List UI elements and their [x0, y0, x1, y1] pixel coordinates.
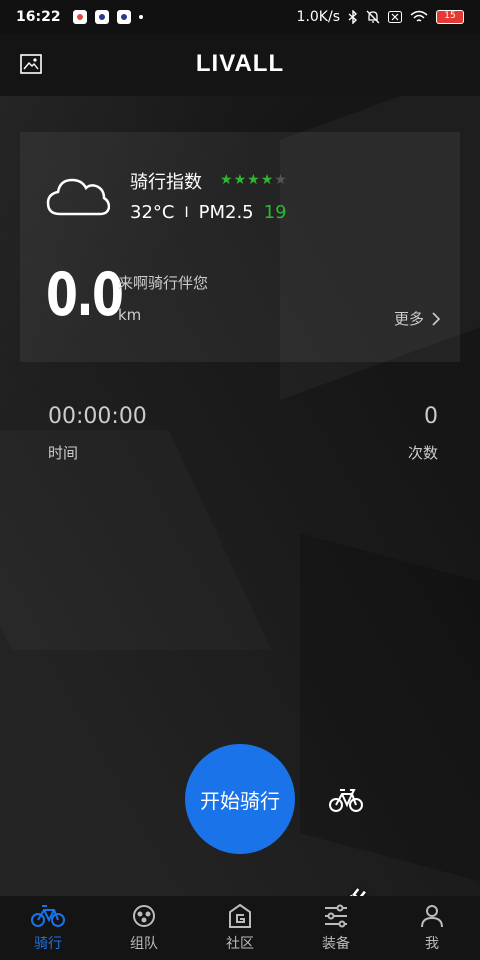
team-icon — [133, 905, 155, 927]
star-icon: ★ — [247, 172, 260, 188]
nav-label: 组队 — [130, 936, 158, 952]
bike-mode-icon[interactable] — [328, 786, 364, 814]
background-shape — [300, 533, 480, 887]
invite-text: 来啊骑行伴您 — [118, 274, 209, 292]
weather-line: 32°C I PM2.5 19 — [130, 202, 287, 223]
app-bar: LIVALL — [0, 34, 480, 96]
sim-off-icon — [388, 11, 402, 23]
weather-separator: I — [184, 204, 189, 221]
bluetooth-icon — [348, 10, 358, 24]
bottom-nav: 骑行 组队 社区 装备 我 — [0, 896, 480, 960]
distance-unit: km — [118, 306, 142, 324]
nav-item-equipment[interactable]: 装备 — [288, 896, 384, 960]
status-time: 16:22 — [16, 9, 61, 25]
ride-count-label: 次数 — [407, 444, 438, 462]
screen: 16:22 1.0K/s 15 LIVALL 骑行指数 ★ ★ ★ ★ ★ 32… — [0, 0, 480, 960]
nav-label: 社区 — [226, 936, 254, 952]
status-bar: 16:22 1.0K/s 15 — [0, 0, 480, 34]
riding-index-stars: ★ ★ ★ ★ ★ — [220, 172, 287, 188]
nav-label: 我 — [425, 936, 439, 952]
app-notification-icon — [116, 10, 131, 24]
bike-icon — [31, 905, 65, 927]
star-icon: ★ — [260, 172, 274, 188]
network-speed: 1.0K/s — [296, 9, 340, 25]
cloud-icon — [46, 178, 110, 216]
app-logo: LIVALL — [195, 50, 285, 77]
background-shape — [0, 430, 271, 650]
riding-index-title: 骑行指数 — [130, 172, 202, 193]
ride-count-value: 0 — [424, 404, 438, 429]
temperature: 32°C — [130, 202, 175, 223]
community-icon — [229, 903, 251, 928]
riding-index-card: 骑行指数 ★ ★ ★ ★ ★ 32°C I PM2.5 19 0.0 来啊骑行伴… — [20, 132, 460, 362]
battery-indicator: 15 — [436, 10, 464, 24]
more-notifications-dot — [138, 15, 143, 19]
star-icon: ★ — [233, 172, 247, 188]
star-icon: ★ — [220, 172, 233, 188]
notification-icons — [72, 10, 143, 24]
pm-label: PM2.5 — [198, 202, 254, 223]
more-label: 更多 — [393, 310, 424, 328]
start-ride-button[interactable]: 开始骑行 — [185, 744, 295, 854]
nav-item-me[interactable]: 我 — [384, 896, 480, 960]
distance-value: 0.0 — [46, 260, 124, 330]
status-right: 1.0K/s 15 — [297, 9, 464, 25]
chevron-right-icon — [432, 311, 440, 326]
more-button[interactable]: 更多 — [394, 308, 440, 329]
profile-icon — [421, 905, 443, 928]
nav-label: 骑行 — [34, 936, 62, 952]
nav-label: 装备 — [322, 936, 350, 952]
pm-value: 19 — [263, 202, 287, 223]
ride-time-value: 00:00:00 — [48, 404, 147, 429]
app-notification-icon — [94, 10, 109, 24]
wifi-icon — [410, 10, 428, 22]
nav-item-ride[interactable]: 骑行 — [0, 896, 96, 960]
mute-icon — [366, 10, 380, 24]
ride-time-label: 时间 — [48, 444, 79, 462]
star-icon: ★ — [274, 172, 287, 188]
nav-item-team[interactable]: 组队 — [96, 896, 192, 960]
equipment-icon — [325, 904, 347, 928]
nav-item-community[interactable]: 社区 — [192, 896, 288, 960]
app-notification-icon — [72, 10, 87, 24]
